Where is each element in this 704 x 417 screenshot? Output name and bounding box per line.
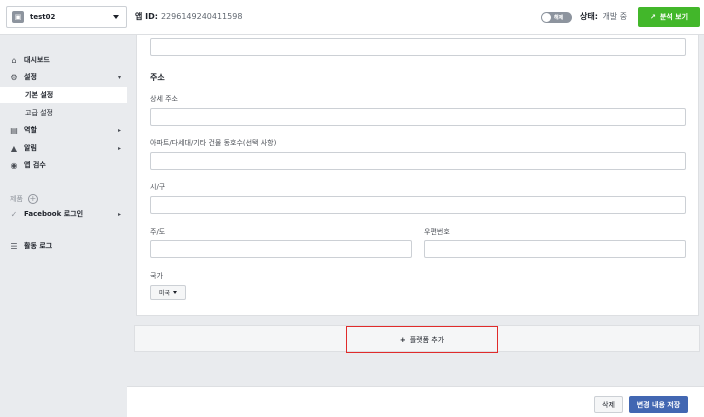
previous-field-input[interactable] xyxy=(150,38,686,56)
toggle-label: 해제 xyxy=(554,15,564,21)
sidebar-item-roles[interactable]: ▤ 역할 ▸ xyxy=(0,122,127,138)
trend-up-icon: ↗ xyxy=(649,13,656,21)
sidebar-item-activity-log[interactable]: ☰ 활동 로그 xyxy=(0,238,127,254)
add-platform-label: 플랫폼 추가 xyxy=(409,335,445,344)
street-address-input[interactable] xyxy=(150,108,686,126)
check-circle-icon: ✓ xyxy=(10,209,18,219)
sidebar-item-label: 역할 xyxy=(24,126,37,134)
products-header: 제품 + xyxy=(0,192,127,206)
gear-icon: ⚙ xyxy=(10,72,18,82)
state-label: 주/도 xyxy=(150,228,166,236)
bell-icon: ▲ xyxy=(10,143,18,153)
add-product-icon[interactable]: + xyxy=(27,194,38,204)
products-label: 제품 xyxy=(10,195,23,203)
zip-code-label: 우편번호 xyxy=(424,228,450,236)
sidebar-item-dashboard[interactable]: ⌂ 대시보드 xyxy=(0,52,127,68)
view-analytics-button[interactable]: ↗ 분석 보기 xyxy=(638,7,700,27)
eye-icon: ◉ xyxy=(10,160,18,170)
analytics-button-label: 분석 보기 xyxy=(659,13,689,21)
country-select[interactable]: 미국 xyxy=(150,285,186,300)
id-card-icon: ▤ xyxy=(10,125,18,135)
add-platform-button[interactable]: + 플랫폼 추가 xyxy=(346,326,498,353)
city-input[interactable] xyxy=(150,196,686,214)
apt-suite-label: 아파트/다세대/기타 건물 동호수(선택 사항) xyxy=(150,139,277,147)
caret-down-icon xyxy=(113,15,119,19)
app-status: 상태: 개발 중 xyxy=(580,11,627,22)
list-icon: ☰ xyxy=(10,241,18,251)
sidebar-item-label: 활동 로그 xyxy=(24,242,53,250)
sidebar-item-label: Facebook 로그인 xyxy=(24,210,84,218)
chevron-right-icon: ▸ xyxy=(117,210,121,218)
app-id-value: 2296149240411598 xyxy=(160,12,243,21)
sidebar-item-facebook-login[interactable]: ✓ Facebook 로그인 ▸ xyxy=(0,206,127,222)
status-value: 개발 중 xyxy=(602,12,628,21)
platform-bar: + 플랫폼 추가 xyxy=(134,325,700,353)
app-name: test02 xyxy=(30,13,56,21)
state-input[interactable] xyxy=(150,240,412,258)
sidebar-item-label: 고급 설정 xyxy=(25,109,53,117)
apt-suite-input[interactable] xyxy=(150,152,686,170)
sidebar-item-app-review[interactable]: ◉ 앱 검수 xyxy=(0,157,127,173)
app-cube-icon: ▣ xyxy=(12,11,24,23)
sidebar-item-basic-settings[interactable]: 기본 설정 xyxy=(0,87,127,103)
sidebar: ⌂ 대시보드 ⚙ 설정 ▾ 기본 설정 고급 설정 ▤ 역할 ▸ ▲ 알림 ▸ … xyxy=(0,35,134,417)
live-mode-toggle[interactable]: 해제 xyxy=(541,12,572,23)
sidebar-item-alerts[interactable]: ▲ 알림 ▸ xyxy=(0,140,127,156)
chevron-right-icon: ▸ xyxy=(117,126,121,134)
address-section-title: 주소 xyxy=(150,73,165,82)
toggle-knob xyxy=(542,13,551,22)
chevron-right-icon: ▸ xyxy=(117,144,121,152)
sidebar-item-label: 설정 xyxy=(24,73,37,81)
chevron-down-icon: ▾ xyxy=(117,73,121,81)
status-label: 상태: xyxy=(580,12,598,21)
sidebar-item-label: 알림 xyxy=(24,144,37,152)
country-label: 국가 xyxy=(150,272,163,280)
sidebar-item-label: 앱 검수 xyxy=(24,161,46,169)
top-header: ▣ test02 앱 ID: 2296149240411598 해제 상태: 개… xyxy=(0,0,704,35)
app-id: 앱 ID: 2296149240411598 xyxy=(135,11,242,22)
app-selector[interactable]: ▣ test02 xyxy=(6,6,127,28)
address-form-card: 주소 상세 주소 아파트/다세대/기타 건물 동호수(선택 사항) 시/구 주/… xyxy=(136,35,699,316)
save-changes-button[interactable]: 변경 내용 저장 xyxy=(629,396,688,413)
country-select-value: 미국 xyxy=(158,290,171,297)
home-icon: ⌂ xyxy=(11,55,17,65)
sidebar-item-label: 대시보드 xyxy=(24,56,50,64)
sidebar-item-settings[interactable]: ⚙ 설정 ▾ xyxy=(0,69,127,85)
app-id-label: 앱 ID: xyxy=(135,12,158,21)
sidebar-item-advanced-settings[interactable]: 고급 설정 xyxy=(0,105,127,121)
city-label: 시/구 xyxy=(150,183,166,191)
street-address-label: 상세 주소 xyxy=(150,95,178,103)
delete-button[interactable]: 삭제 xyxy=(594,396,623,413)
plus-icon: + xyxy=(399,335,406,344)
sidebar-item-label: 기본 설정 xyxy=(25,91,54,99)
zip-code-input[interactable] xyxy=(424,240,686,258)
footer-action-bar: 삭제 변경 내용 저장 xyxy=(127,386,704,417)
caret-down-icon xyxy=(173,291,178,294)
